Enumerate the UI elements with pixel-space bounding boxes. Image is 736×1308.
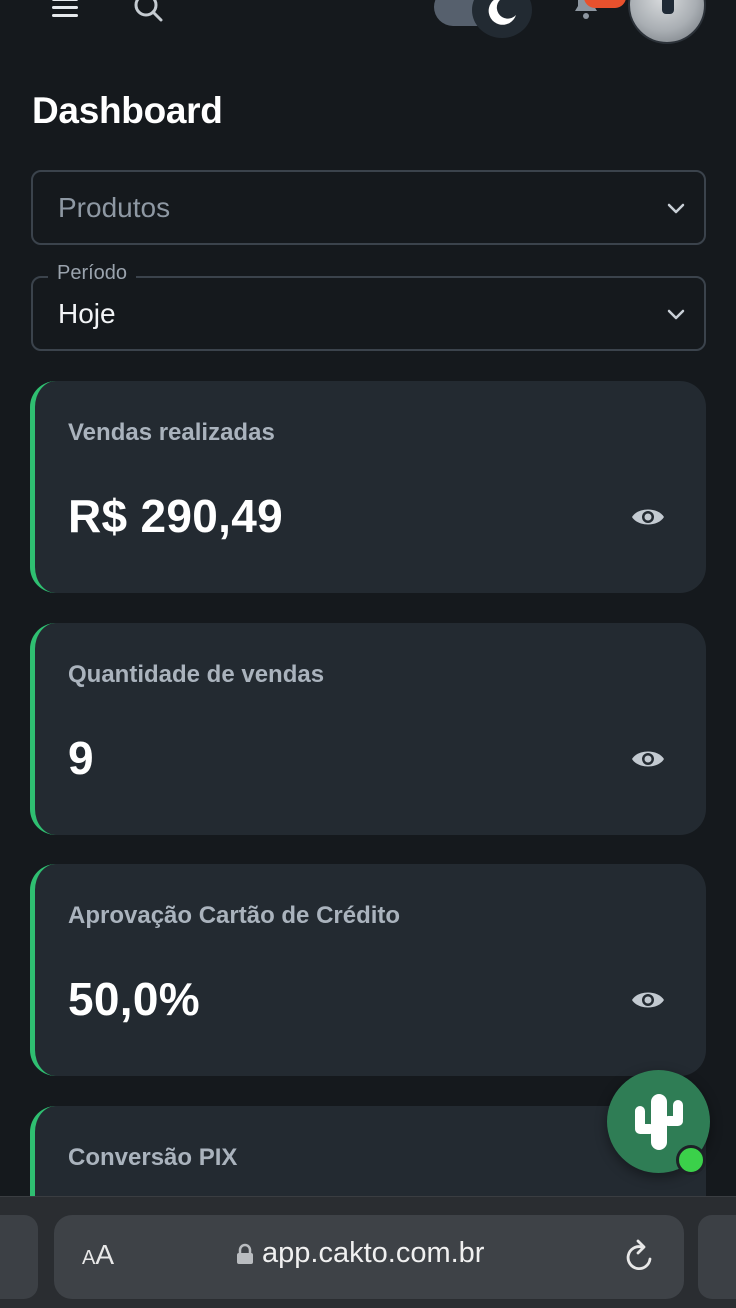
period-select[interactable]: Hoje <box>31 276 706 351</box>
metric-label: Quantidade de vendas <box>68 661 325 688</box>
period-value: Hoje <box>58 297 116 329</box>
text-size-large: A <box>95 1239 115 1270</box>
eye-icon[interactable] <box>630 986 666 1014</box>
text-size-button[interactable]: AA <box>82 1239 114 1271</box>
products-placeholder: Produtos <box>58 191 171 223</box>
user-avatar[interactable] <box>628 0 706 44</box>
notification-badge <box>584 0 626 8</box>
period-label: Período <box>48 262 137 285</box>
metric-value: R$ 290,49 <box>68 490 283 542</box>
browser-toolbar: AA app.cakto.com.br <box>0 1196 736 1308</box>
url-text: app.cakto.com.br <box>262 1237 485 1269</box>
chevron-down-icon <box>667 309 685 320</box>
hamburger-menu-icon[interactable] <box>48 0 82 24</box>
page-title: Dashboard <box>32 90 223 131</box>
metric-card-sales-amount: Vendas realizadas R$ 290,49 <box>30 381 706 593</box>
search-icon[interactable] <box>130 0 166 26</box>
previous-tab[interactable] <box>0 1215 38 1299</box>
metric-label: Vendas realizadas <box>68 419 275 446</box>
cactus-icon <box>634 1093 683 1150</box>
eye-icon[interactable] <box>630 745 666 773</box>
metric-value: 50,0% <box>68 973 200 1025</box>
lock-icon <box>237 1243 253 1264</box>
metric-card-credit-approval: Aprovação Cartão de Crédito 50,0% <box>30 864 706 1076</box>
metric-value: 9 <box>68 732 94 784</box>
metric-label: Aprovação Cartão de Crédito <box>68 902 401 929</box>
metric-card-sales-count: Quantidade de vendas 9 <box>30 623 706 835</box>
reload-icon[interactable] <box>622 1237 658 1275</box>
products-select[interactable]: Produtos <box>31 170 706 245</box>
eye-icon[interactable] <box>630 503 666 531</box>
address-bar[interactable]: AA app.cakto.com.br <box>54 1215 684 1299</box>
next-tab[interactable] <box>698 1215 736 1299</box>
chevron-down-icon <box>667 203 685 214</box>
online-status-dot <box>676 1145 706 1175</box>
text-size-small: A <box>82 1247 96 1269</box>
top-bar <box>0 0 736 50</box>
metric-label: Conversão PIX <box>68 1144 238 1171</box>
url-display: app.cakto.com.br <box>236 1237 484 1270</box>
